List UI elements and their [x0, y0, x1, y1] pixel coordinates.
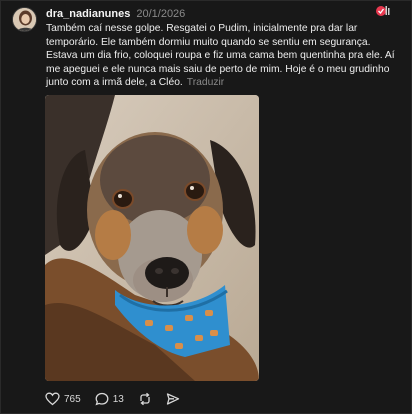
post-date: 20/1/2026 — [136, 8, 186, 20]
reply-button[interactable]: 13 — [95, 392, 124, 406]
post-image[interactable] — [45, 95, 259, 381]
post-header: dra_nadianunes 20/1/2026 — [46, 7, 185, 21]
reply-count: 13 — [112, 393, 124, 405]
comment-icon — [95, 392, 109, 406]
repost-icon — [138, 392, 152, 406]
heart-icon — [45, 392, 60, 406]
post-card: dra_nadianunes 20/1/2026 Também caí ness… — [0, 0, 412, 414]
share-button[interactable] — [166, 392, 180, 406]
send-icon — [166, 392, 180, 406]
reaction-icon[interactable] — [373, 4, 391, 18]
username[interactable]: dra_nadianunes — [46, 7, 130, 21]
avatar[interactable] — [12, 7, 37, 32]
post-text: Também caí nesse golpe. Resgatei o Pudim… — [46, 22, 396, 90]
like-button[interactable]: 765 — [45, 392, 81, 406]
action-bar: 765 13 — [45, 391, 194, 407]
like-count: 765 — [64, 393, 81, 405]
repost-button[interactable] — [138, 392, 152, 406]
translate-link[interactable]: Traduzir — [187, 77, 224, 88]
